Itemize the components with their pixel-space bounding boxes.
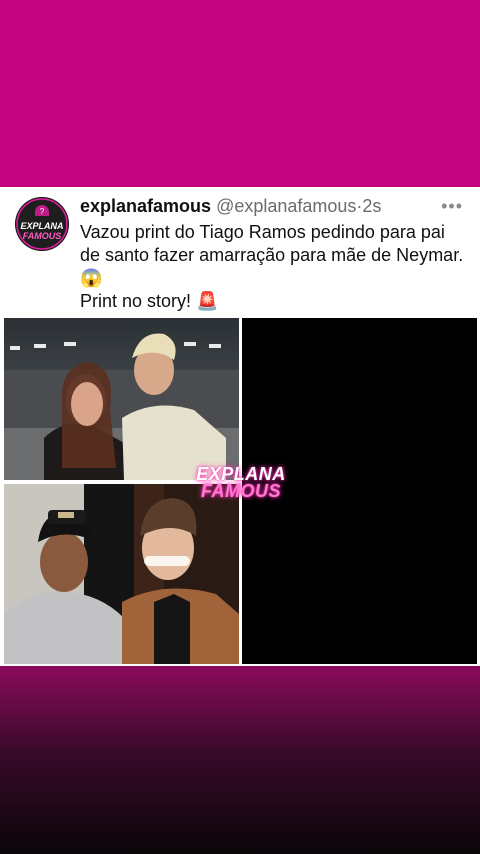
svg-text:?: ? bbox=[40, 207, 45, 216]
photo-stadium-image bbox=[4, 318, 239, 480]
photo-two-men[interactable] bbox=[4, 484, 239, 664]
tweet-text: Vazou print do Tiago Ramos pedindo para … bbox=[80, 221, 465, 313]
post-timestamp[interactable]: 2s bbox=[362, 196, 381, 216]
background-gradient bbox=[0, 666, 480, 854]
tweet-text-line-2: Print no story! 🚨 bbox=[80, 291, 219, 311]
avatar-logo-text-1: EXPLANA bbox=[20, 221, 63, 231]
more-options-icon[interactable]: ••• bbox=[441, 196, 463, 217]
avatar-logo-text-2: FAMOUS bbox=[23, 231, 62, 241]
display-name[interactable]: explanafamous bbox=[80, 196, 211, 216]
photo-stadium[interactable] bbox=[4, 318, 239, 480]
tweet-header: explanafamous @explanafamous·2s bbox=[80, 196, 381, 220]
avatar-logo: ? EXPLANA FAMOUS bbox=[15, 197, 69, 251]
tweet-text-line-1: Vazou print do Tiago Ramos pedindo para … bbox=[80, 222, 464, 288]
user-handle[interactable]: @explanafamous bbox=[216, 196, 356, 216]
avatar[interactable]: ? EXPLANA FAMOUS bbox=[15, 197, 69, 251]
watermark-logo: EXPLANA FAMOUS bbox=[186, 465, 296, 501]
watermark-line-2: FAMOUS bbox=[200, 481, 281, 501]
photo-two-men-image bbox=[4, 484, 239, 664]
